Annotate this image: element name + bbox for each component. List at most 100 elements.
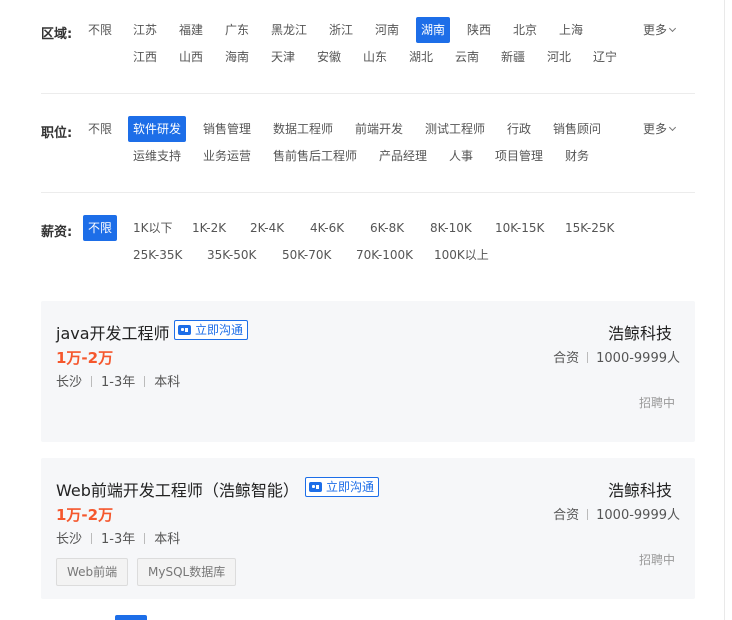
chat-now-button[interactable]: 立即沟通 xyxy=(305,477,380,497)
salary-option[interactable]: 1K以下 xyxy=(133,215,173,241)
salary-option[interactable]: 100K以上 xyxy=(434,242,489,268)
salary-filter-title: 薪资: xyxy=(41,225,73,240)
pagination-current-page[interactable] xyxy=(115,615,147,620)
job-education: 本科 xyxy=(154,375,181,390)
company-size: 1000-9999人 xyxy=(596,351,680,366)
position-option[interactable]: 项目管理 xyxy=(495,143,543,169)
hiring-status: 招聘中 xyxy=(638,396,675,410)
region-option[interactable]: 湖北 xyxy=(409,44,433,70)
salary-option[interactable]: 35K-50K xyxy=(207,242,256,268)
job-card[interactable]: java开发工程师 立即沟通 1万-2万 长沙 1-3年 本科 浩鲸科技 合资 100… xyxy=(41,301,695,442)
region-option[interactable]: 江苏 xyxy=(133,17,157,43)
separator xyxy=(91,533,93,544)
job-card[interactable]: Web前端开发工程师（浩鲸智能） 立即沟通 1万-2万 长沙 1-3年 本科 浩鲸科… xyxy=(41,458,695,599)
region-more-label: 更多 xyxy=(643,23,668,37)
position-option[interactable]: 运维支持 xyxy=(133,143,181,169)
position-option[interactable]: 业务运营 xyxy=(203,143,251,169)
position-filter-title: 职位: xyxy=(41,126,73,141)
region-option[interactable]: 海南 xyxy=(225,44,249,70)
company-type: 合资 xyxy=(553,351,580,366)
position-option[interactable]: 产品经理 xyxy=(379,143,427,169)
position-filter: 职位: 不限 软件研发 销售管理 数据工程师 前端开发 测试工程师 行政 销售顾… xyxy=(41,116,695,176)
salary-option[interactable]: 6K-8K xyxy=(370,215,404,241)
position-option[interactable]: 数据工程师 xyxy=(273,116,333,142)
region-option[interactable]: 福建 xyxy=(179,17,203,43)
region-filter: 区域: 不限 江苏 福建 广东 黑龙江 浙江 河南 湖南 陕西 北京 上海 更多… xyxy=(41,17,695,77)
position-option[interactable]: 前端开发 xyxy=(355,116,403,142)
company-name[interactable]: 浩鲸科技 xyxy=(608,320,672,344)
position-option[interactable]: 测试工程师 xyxy=(425,116,485,142)
company-name[interactable]: 浩鲸科技 xyxy=(608,477,672,501)
region-option[interactable]: 安徽 xyxy=(317,44,341,70)
salary-option[interactable]: 10K-15K xyxy=(495,215,544,241)
chevron-down-icon xyxy=(668,24,677,33)
region-option-selected[interactable]: 湖南 xyxy=(416,17,451,43)
job-salary: 1万-2万 xyxy=(56,506,114,524)
job-tag: Web前端 xyxy=(56,558,129,586)
job-city: 长沙 xyxy=(56,375,83,390)
region-option[interactable]: 山西 xyxy=(179,44,203,70)
company-size: 1000-9999人 xyxy=(596,508,680,523)
chat-now-label: 立即沟通 xyxy=(326,480,375,494)
position-option-selected[interactable]: 软件研发 xyxy=(128,116,187,142)
salary-option[interactable]: 25K-35K xyxy=(133,242,182,268)
region-option[interactable]: 浙江 xyxy=(329,17,353,43)
region-option[interactable]: 新疆 xyxy=(501,44,525,70)
job-meta: 长沙 1-3年 本科 xyxy=(56,371,180,390)
job-education: 本科 xyxy=(154,532,181,547)
salary-option[interactable]: 4K-6K xyxy=(310,215,344,241)
region-more-button[interactable]: 更多 xyxy=(643,17,677,43)
region-option[interactable]: 陕西 xyxy=(467,17,491,43)
chat-icon xyxy=(309,482,322,492)
chat-icon xyxy=(178,325,191,335)
chat-now-button[interactable]: 立即沟通 xyxy=(174,320,249,340)
job-title[interactable]: Web前端开发工程师（浩鲸智能） xyxy=(56,477,299,501)
job-experience: 1-3年 xyxy=(101,532,136,547)
region-option[interactable]: 云南 xyxy=(455,44,479,70)
divider xyxy=(41,192,695,193)
salary-option-any[interactable]: 不限 xyxy=(83,215,118,241)
region-option[interactable]: 江西 xyxy=(133,44,157,70)
region-option[interactable]: 河南 xyxy=(375,17,399,43)
company-meta: 合资 1000-9999人 xyxy=(553,347,680,366)
chevron-down-icon xyxy=(668,123,677,132)
job-salary: 1万-2万 xyxy=(56,349,114,367)
job-tag: MySQL数据库 xyxy=(137,558,237,586)
salary-option[interactable]: 1K-2K xyxy=(192,215,226,241)
job-search-page: 区域: 不限 江苏 福建 广东 黑龙江 浙江 河南 湖南 陕西 北京 上海 更多… xyxy=(0,0,732,620)
position-option[interactable]: 人事 xyxy=(449,143,473,169)
salary-option[interactable]: 2K-4K xyxy=(250,215,284,241)
position-more-button[interactable]: 更多 xyxy=(643,116,677,142)
job-meta: 长沙 1-3年 本科 xyxy=(56,528,180,547)
region-option[interactable]: 黑龙江 xyxy=(271,17,307,43)
position-option[interactable]: 销售管理 xyxy=(203,116,251,142)
position-option[interactable]: 售前售后工程师 xyxy=(273,143,357,169)
separator xyxy=(91,376,93,387)
position-option-any[interactable]: 不限 xyxy=(88,116,112,142)
region-option[interactable]: 广东 xyxy=(225,17,249,43)
region-option[interactable]: 天津 xyxy=(271,44,295,70)
region-option-any[interactable]: 不限 xyxy=(88,17,112,43)
position-more-label: 更多 xyxy=(643,122,668,136)
region-option[interactable]: 北京 xyxy=(513,17,537,43)
salary-option[interactable]: 70K-100K xyxy=(356,242,413,268)
salary-filter: 薪资: 不限 1K以下 1K-2K 2K-4K 4K-6K 6K-8K 8K-1… xyxy=(41,215,695,275)
separator xyxy=(144,533,146,544)
salary-option[interactable]: 15K-25K xyxy=(565,215,614,241)
chat-now-label: 立即沟通 xyxy=(195,323,244,337)
separator xyxy=(144,376,146,387)
position-option[interactable]: 销售顾问 xyxy=(553,116,601,142)
region-option[interactable]: 辽宁 xyxy=(593,44,617,70)
region-filter-title: 区域: xyxy=(41,27,73,42)
region-option[interactable]: 河北 xyxy=(547,44,571,70)
company-meta: 合资 1000-9999人 xyxy=(553,504,680,523)
salary-option[interactable]: 50K-70K xyxy=(282,242,331,268)
job-title[interactable]: java开发工程师 xyxy=(56,320,170,344)
position-option[interactable]: 行政 xyxy=(507,116,531,142)
region-option[interactable]: 山东 xyxy=(363,44,387,70)
right-divider xyxy=(724,0,725,620)
salary-option[interactable]: 8K-10K xyxy=(430,215,472,241)
position-option[interactable]: 财务 xyxy=(565,143,589,169)
region-option[interactable]: 上海 xyxy=(559,17,583,43)
hiring-status: 招聘中 xyxy=(638,553,675,567)
